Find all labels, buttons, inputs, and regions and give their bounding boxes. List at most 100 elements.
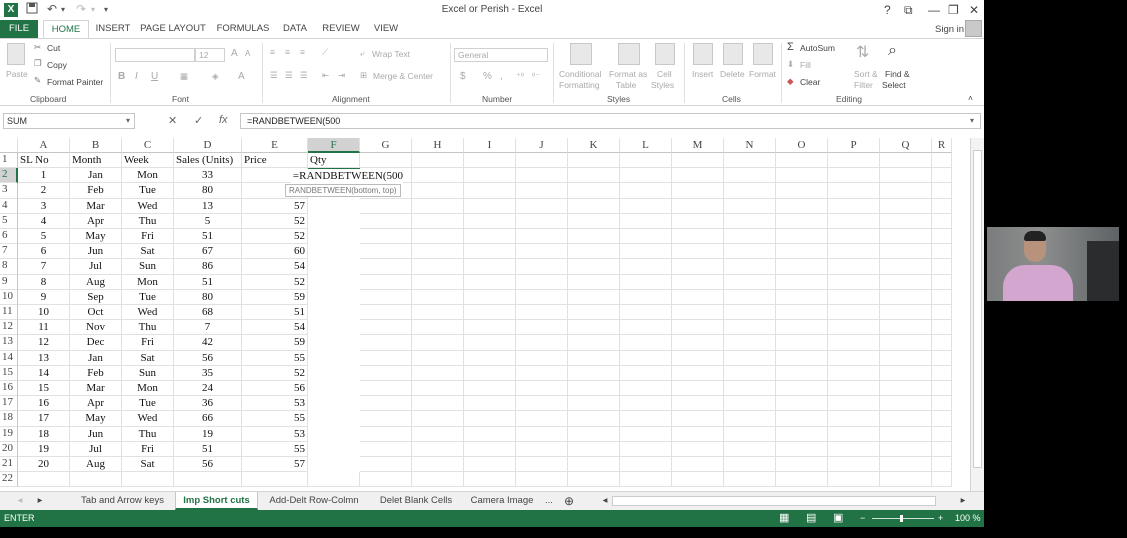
fill-button[interactable]: Fill xyxy=(800,60,811,70)
header-cell[interactable]: SL No xyxy=(18,153,70,169)
increase-indent-icon[interactable]: ⇥ xyxy=(338,70,345,81)
empty-cell[interactable] xyxy=(412,381,464,397)
align-top-icon[interactable]: ≡ xyxy=(270,47,275,57)
header-cell[interactable]: Week xyxy=(122,153,174,169)
row-header-21[interactable]: 21 xyxy=(0,457,18,473)
empty-cell[interactable] xyxy=(724,335,776,351)
name-box-dropdown-icon[interactable]: ▾ xyxy=(126,116,130,125)
empty-cell[interactable] xyxy=(568,365,620,381)
empty-cell[interactable] xyxy=(880,396,932,412)
empty-cell[interactable] xyxy=(828,350,880,366)
empty-cell[interactable] xyxy=(880,168,932,184)
empty-cell[interactable] xyxy=(412,350,464,366)
table-cell[interactable]: Sat xyxy=(122,350,174,366)
table-cell[interactable]: 51 xyxy=(242,305,308,321)
row-header-20[interactable]: 20 xyxy=(0,441,18,457)
empty-cell[interactable] xyxy=(828,183,880,199)
paste-icon[interactable] xyxy=(7,43,25,65)
empty-cell[interactable] xyxy=(724,183,776,199)
horizontal-scroll-thumb[interactable] xyxy=(612,496,936,506)
empty-cell[interactable] xyxy=(932,396,952,412)
zoom-slider-thumb[interactable] xyxy=(900,515,903,522)
empty-cell[interactable] xyxy=(620,335,672,351)
empty-cell[interactable] xyxy=(932,350,952,366)
table-cell[interactable]: Apr xyxy=(70,213,122,229)
empty-cell[interactable] xyxy=(932,153,952,169)
row-header-4[interactable]: 4 xyxy=(0,198,18,214)
table-cell[interactable]: 42 xyxy=(174,335,242,351)
wrap-text-button[interactable]: Wrap Text xyxy=(372,49,410,59)
empty-cell[interactable] xyxy=(412,472,464,488)
empty-cell[interactable] xyxy=(724,441,776,457)
find-select-button[interactable]: Find & xyxy=(885,69,910,79)
empty-cell[interactable] xyxy=(360,472,412,488)
empty-cell[interactable] xyxy=(516,365,568,381)
empty-cell[interactable] xyxy=(412,153,464,169)
sign-in-link[interactable]: Sign in xyxy=(935,24,964,35)
table-cell[interactable]: 11 xyxy=(18,320,70,336)
maximize-icon[interactable]: ❐ xyxy=(948,3,959,17)
table-cell[interactable]: May xyxy=(70,411,122,427)
worksheet-grid[interactable]: A B C D E F G H I J K L M N O P Q R 1 2 3 4 5 6 7 8 9 10 11 12 13 14 15 1… xyxy=(0,138,970,488)
table-cell[interactable]: 55 xyxy=(242,350,308,366)
table-cell[interactable]: 19 xyxy=(18,441,70,457)
align-center-icon[interactable]: ☰ xyxy=(285,70,293,81)
empty-cell[interactable] xyxy=(620,168,672,184)
autosum-icon[interactable]: Σ xyxy=(787,41,794,53)
empty-cell[interactable] xyxy=(724,259,776,275)
formula-input[interactable]: =RANDBETWEEN(500 xyxy=(240,113,981,129)
sheet-tab-add-delt-row-colmn[interactable]: Add-Delt Row-Colmn xyxy=(261,492,367,510)
table-cell[interactable]: 13 xyxy=(174,198,242,214)
empty-cell[interactable] xyxy=(932,335,952,351)
italic-button[interactable]: I xyxy=(135,71,138,82)
table-cell[interactable]: Mar xyxy=(70,381,122,397)
empty-cell[interactable] xyxy=(828,259,880,275)
table-cell[interactable]: Sat xyxy=(122,457,174,473)
table-cell[interactable]: 51 xyxy=(174,441,242,457)
sort-filter-button[interactable]: Sort & xyxy=(854,69,878,79)
clear-button[interactable]: Clear xyxy=(800,77,820,87)
tab-review[interactable]: REVIEW xyxy=(322,20,360,38)
empty-cell[interactable] xyxy=(464,472,516,488)
empty-cell[interactable] xyxy=(828,244,880,260)
empty-cell[interactable] xyxy=(464,289,516,305)
empty-cell[interactable] xyxy=(568,259,620,275)
column-header-r[interactable]: R xyxy=(932,138,952,153)
empty-cell[interactable] xyxy=(932,457,952,473)
empty-cell[interactable] xyxy=(516,457,568,473)
empty-cell[interactable] xyxy=(932,183,952,199)
empty-cell[interactable] xyxy=(620,365,672,381)
empty-cell[interactable] xyxy=(464,335,516,351)
column-header-p[interactable]: P xyxy=(828,138,880,153)
empty-cell[interactable] xyxy=(464,153,516,169)
tab-page-layout[interactable]: PAGE LAYOUT xyxy=(140,20,206,38)
empty-cell[interactable] xyxy=(464,320,516,336)
row-header-17[interactable]: 17 xyxy=(0,396,18,412)
format-painter-icon[interactable]: ✎ xyxy=(34,75,41,86)
empty-cell[interactable] xyxy=(412,411,464,427)
conditional-formatting-button[interactable]: Conditional xyxy=(559,69,602,79)
table-cell[interactable]: 66 xyxy=(174,411,242,427)
empty-cell[interactable] xyxy=(828,396,880,412)
conditional-formatting-icon[interactable] xyxy=(570,43,592,65)
empty-cell[interactable] xyxy=(932,441,952,457)
find-select-icon[interactable]: ⌕ xyxy=(888,42,897,60)
empty-cell[interactable] xyxy=(568,396,620,412)
empty-cell[interactable] xyxy=(776,441,828,457)
table-cell[interactable]: Nov xyxy=(70,320,122,336)
empty-cell[interactable] xyxy=(932,198,952,214)
font-color-icon[interactable]: A xyxy=(238,71,245,82)
empty-cell[interactable] xyxy=(18,472,70,488)
empty-cell[interactable] xyxy=(412,213,464,229)
empty-cell[interactable] xyxy=(724,244,776,260)
table-cell[interactable]: 1 xyxy=(18,168,70,184)
align-middle-icon[interactable]: ≡ xyxy=(285,47,290,57)
empty-cell[interactable] xyxy=(672,213,724,229)
row-header-12[interactable]: 12 xyxy=(0,320,18,336)
table-cell[interactable]: Dec xyxy=(70,335,122,351)
empty-cell[interactable] xyxy=(776,411,828,427)
row-header-10[interactable]: 10 xyxy=(0,289,18,305)
row-header-13[interactable]: 13 xyxy=(0,335,18,351)
empty-cell[interactable] xyxy=(828,305,880,321)
empty-cell[interactable] xyxy=(724,229,776,245)
